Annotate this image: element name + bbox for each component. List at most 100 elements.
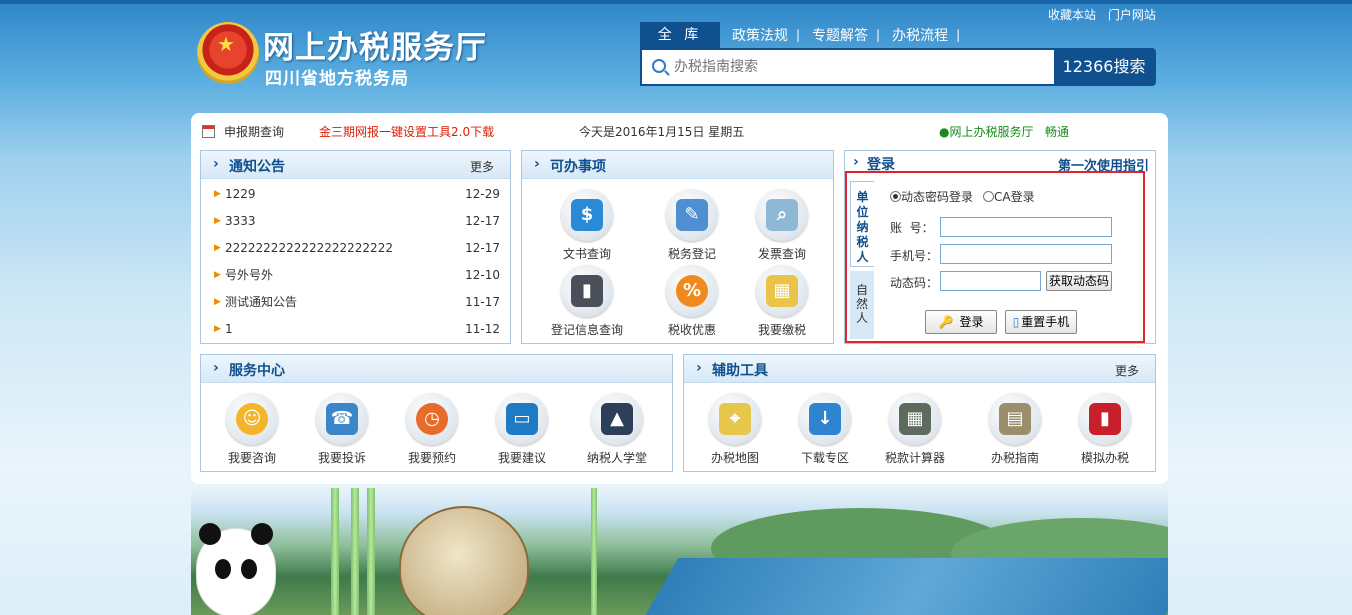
tab-policy[interactable]: 政策法规 bbox=[732, 25, 788, 45]
notice-item[interactable]: ▶ 3333 12-17 bbox=[201, 208, 510, 235]
tab-all[interactable]: 全 库 bbox=[640, 22, 720, 48]
reset-phone-button[interactable]: ▯ 重置手机 bbox=[1005, 310, 1077, 334]
complaint-button[interactable]: ☎ 我要投诉 bbox=[297, 393, 387, 466]
calculator-icon: ▦ bbox=[899, 403, 931, 435]
tab-process[interactable]: 办税流程 bbox=[892, 25, 948, 45]
bullet-triangle-icon: ▶ bbox=[214, 297, 221, 307]
bullet-triangle-icon: ▶ bbox=[214, 189, 221, 199]
notice-item[interactable]: ▶ 测试通知公告 11-17 bbox=[201, 289, 510, 316]
smiley-icon: ☺ bbox=[236, 403, 268, 435]
simulation-button[interactable]: ▮ 模拟办税 bbox=[1060, 393, 1150, 466]
panda-image bbox=[196, 523, 276, 615]
pay-tax-button[interactable]: ▦ 我要缴税 bbox=[737, 265, 827, 338]
notice-item[interactable]: ▶ 号外号外 12-10 bbox=[201, 262, 510, 289]
river-image bbox=[643, 558, 1168, 615]
notice-item[interactable]: ▶ 1 11-12 bbox=[201, 316, 510, 343]
calendar-icon bbox=[202, 125, 215, 138]
search-button[interactable]: 12366搜索 bbox=[1054, 50, 1154, 84]
percent-icon: % bbox=[676, 275, 708, 307]
radio-checked[interactable] bbox=[890, 191, 901, 202]
key-icon: 🔑 bbox=[938, 315, 954, 329]
notice-list: ▶ 1229 12-29 ▶ 3333 12-17 ▶ 22222222222222222… bbox=[201, 179, 510, 343]
simulation-icon: ▮ bbox=[1089, 403, 1121, 435]
tax-map-button[interactable]: ⌖ 办税地图 bbox=[690, 393, 780, 466]
tools-panel: › 辅助工具 更多 ⌖ 办税地图 ↓ 下载专区 ▦ 税款计算器 ▤ 办税指南 ▮ 模拟办税 bbox=[683, 354, 1156, 472]
radio-unchecked[interactable] bbox=[983, 191, 994, 202]
suggestion-button[interactable]: ▭ 我要建议 bbox=[477, 393, 567, 466]
registration-info-query-button[interactable]: ▮ 登记信息查询 bbox=[542, 265, 632, 338]
bullet-triangle-icon: ▶ bbox=[214, 216, 221, 226]
notice-item[interactable]: ▶ 1229 12-29 bbox=[201, 181, 510, 208]
service-center-panel: › 服务中心 ☺ 我要咨询 ☎ 我要投诉 ◷ 我要预约 ▭ 我要建议 ▲ 纳税人学堂 bbox=[200, 354, 673, 472]
graduation-cap-icon: ▲ bbox=[601, 403, 633, 435]
top-links: 收藏本站 门户网站 bbox=[1048, 6, 1164, 23]
portal-site-link[interactable]: 门户网站 bbox=[1108, 8, 1156, 22]
chevron-right-icon: › bbox=[853, 154, 859, 170]
get-code-button[interactable]: 获取动态码 bbox=[1046, 271, 1112, 291]
phone-input[interactable] bbox=[940, 244, 1112, 264]
search-box: 12366搜索 bbox=[640, 48, 1156, 86]
radio-dynamic-password[interactable]: 动态密码登录 bbox=[890, 188, 973, 205]
dynamic-code-input[interactable] bbox=[940, 271, 1041, 291]
search-input[interactable] bbox=[674, 54, 1044, 80]
phone-icon: ▯ bbox=[1012, 315, 1020, 329]
tax-calculator-button[interactable]: ▦ 税款计算器 bbox=[870, 393, 960, 466]
bullet-triangle-icon: ▶ bbox=[214, 324, 221, 334]
national-emblem-icon bbox=[197, 22, 259, 84]
tools-more-link[interactable]: 更多 bbox=[1115, 362, 1139, 379]
download-icon: ↓ bbox=[809, 403, 841, 435]
tasks-title: 可办事项 bbox=[550, 159, 606, 175]
logo-subtitle: 四川省地方税务局 bbox=[265, 69, 409, 89]
tax-guide-button[interactable]: ▤ 办税指南 bbox=[970, 393, 1060, 466]
info-bar: 申报期查询 金三期网报一键设置工具2.0下载 今天是2016年1月15日 星期五… bbox=[191, 121, 1168, 143]
decorative-egg-image bbox=[399, 506, 529, 615]
inbox-icon: ▭ bbox=[506, 403, 538, 435]
telephone-icon: ☎ bbox=[326, 403, 358, 435]
calculator-coins-icon: ▦ bbox=[766, 275, 798, 307]
guide-image-icon: ▤ bbox=[999, 403, 1031, 435]
registration-form-icon: ✎ bbox=[676, 199, 708, 231]
service-center-title: 服务中心 bbox=[229, 363, 285, 379]
tools-title: 辅助工具 bbox=[712, 363, 768, 379]
code-label: 动态码： bbox=[890, 276, 939, 290]
notice-item[interactable]: ▶ 2222222222222222222222 12-17 bbox=[201, 235, 510, 262]
radio-ca-login[interactable]: CA登录 bbox=[983, 188, 1035, 205]
alarm-clock-icon: ◷ bbox=[416, 403, 448, 435]
taxpayer-school-button[interactable]: ▲ 纳税人学堂 bbox=[572, 393, 662, 466]
notice-more-link[interactable]: 更多 bbox=[470, 158, 494, 175]
consult-button[interactable]: ☺ 我要咨询 bbox=[207, 393, 297, 466]
document-query-button[interactable]: $ 文书查询 bbox=[542, 189, 632, 262]
bullet-triangle-icon: ▶ bbox=[214, 243, 221, 253]
logo-title: 网上办税服务厅 bbox=[263, 30, 487, 66]
phone-label: 手机号： bbox=[890, 249, 939, 263]
tab-topics[interactable]: 专题解答 bbox=[812, 25, 868, 45]
tool-download-link[interactable]: 金三期网报一键设置工具2.0下载 bbox=[319, 121, 494, 143]
account-input[interactable] bbox=[940, 217, 1112, 237]
appointment-button[interactable]: ◷ 我要预约 bbox=[387, 393, 477, 466]
chevron-right-icon: › bbox=[534, 156, 540, 172]
login-button[interactable]: 🔑 登录 bbox=[925, 310, 997, 334]
period-query-link[interactable]: 申报期查询 bbox=[224, 121, 284, 143]
tasks-panel: › 可办事项 $ 文书查询 ✎ 税务登记 ⌕ 发票查询 ▮ 登记信息查询 % 税收优惠 ▦… bbox=[521, 150, 834, 344]
invoice-query-button[interactable]: ⌕ 发票查询 bbox=[737, 189, 827, 262]
scenery-banner bbox=[191, 488, 1168, 615]
bookmark-site-link[interactable]: 收藏本站 bbox=[1048, 8, 1096, 22]
chevron-right-icon: › bbox=[213, 156, 219, 172]
service-status-label: ●网上办税服务厅 bbox=[939, 125, 1034, 139]
chevron-right-icon: › bbox=[696, 360, 702, 376]
chevron-right-icon: › bbox=[213, 360, 219, 376]
date-text: 今天是2016年1月15日 星期五 bbox=[579, 125, 745, 139]
download-area-button[interactable]: ↓ 下载专区 bbox=[780, 393, 870, 466]
account-label: 账 号： bbox=[890, 221, 934, 235]
search-tabs: 全 库 政策法规 | 专题解答 | 办税流程 | bbox=[640, 22, 960, 48]
service-status-value: 畅通 bbox=[1045, 125, 1070, 139]
bullet-triangle-icon: ▶ bbox=[214, 270, 221, 280]
top-bar bbox=[0, 0, 1352, 4]
site-logo[interactable]: 网上办税服务厅 四川省地方税务局 bbox=[197, 20, 517, 90]
magnifier-icon: ⌕ bbox=[766, 199, 798, 231]
map-icon: ⌖ bbox=[719, 403, 751, 435]
book-icon: ▮ bbox=[571, 275, 603, 307]
tax-incentive-button[interactable]: % 税收优惠 bbox=[647, 265, 737, 338]
tax-registration-button[interactable]: ✎ 税务登记 bbox=[647, 189, 737, 262]
notice-title: 通知公告 bbox=[229, 159, 285, 175]
